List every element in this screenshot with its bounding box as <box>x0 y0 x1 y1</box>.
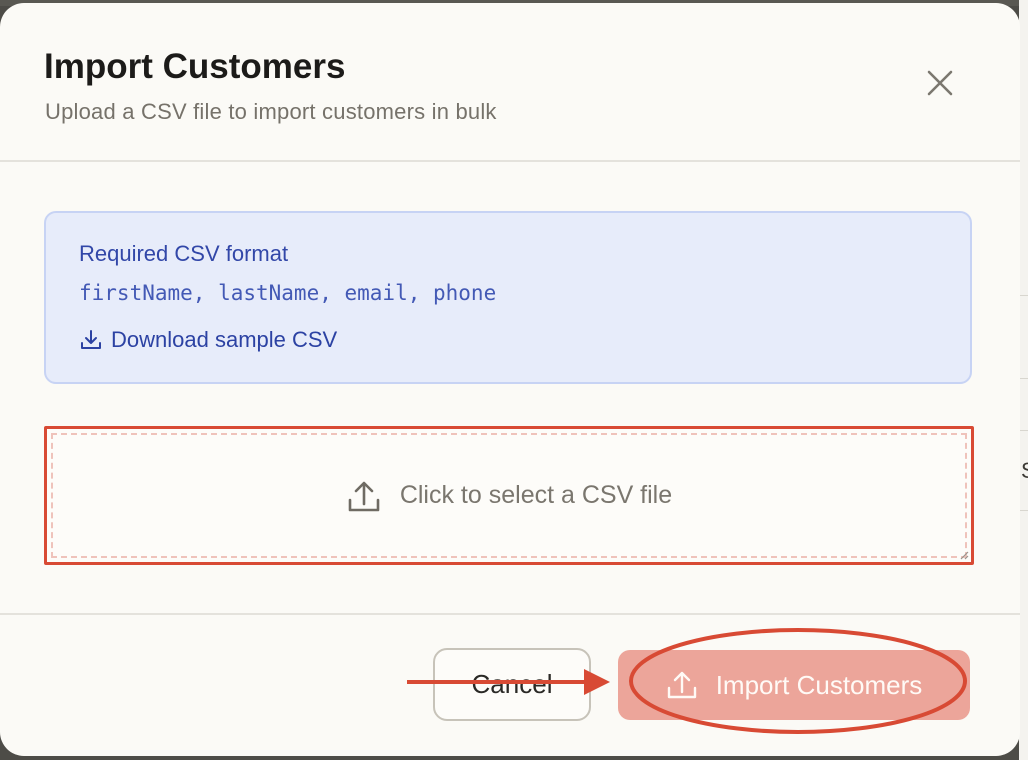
csv-format-title: Required CSV format <box>79 241 289 266</box>
background-divider <box>1019 378 1028 379</box>
import-customers-dialog: Import Customers Upload a CSV file to im… <box>0 3 1020 756</box>
close-icon <box>927 70 953 96</box>
csv-format-info-box: Required CSV format firstName, lastName,… <box>44 211 972 384</box>
resize-handle-icon[interactable] <box>959 550 969 560</box>
import-customers-button[interactable]: Import Customers <box>618 650 970 720</box>
dialog-subtitle: Upload a CSV file to import customers in… <box>45 99 497 124</box>
dropzone-label: Click to select a CSV file <box>399 481 673 509</box>
import-customers-label: Import Customers <box>715 669 923 700</box>
csv-file-dropzone[interactable]: Click to select a CSV file <box>44 426 974 565</box>
upload-icon <box>348 481 380 511</box>
upload-icon <box>667 671 696 699</box>
footer-divider <box>0 613 1020 615</box>
close-button[interactable] <box>918 61 962 105</box>
background-divider <box>1019 430 1028 431</box>
background-divider <box>1019 510 1028 511</box>
download-sample-csv-label: Download sample CSV <box>111 327 338 352</box>
header-divider <box>0 160 1020 162</box>
background-divider <box>1019 295 1028 296</box>
download-sample-csv-link[interactable]: Download sample CSV <box>79 327 337 353</box>
background-partial-text: S <box>1021 458 1028 484</box>
background-page-edge: S <box>1019 0 1028 760</box>
cancel-button[interactable]: Cancel <box>433 648 591 721</box>
dialog-title: Import Customers <box>44 47 346 86</box>
download-icon <box>81 330 101 349</box>
csv-format-columns: firstName, lastName, email, phone <box>79 281 497 305</box>
